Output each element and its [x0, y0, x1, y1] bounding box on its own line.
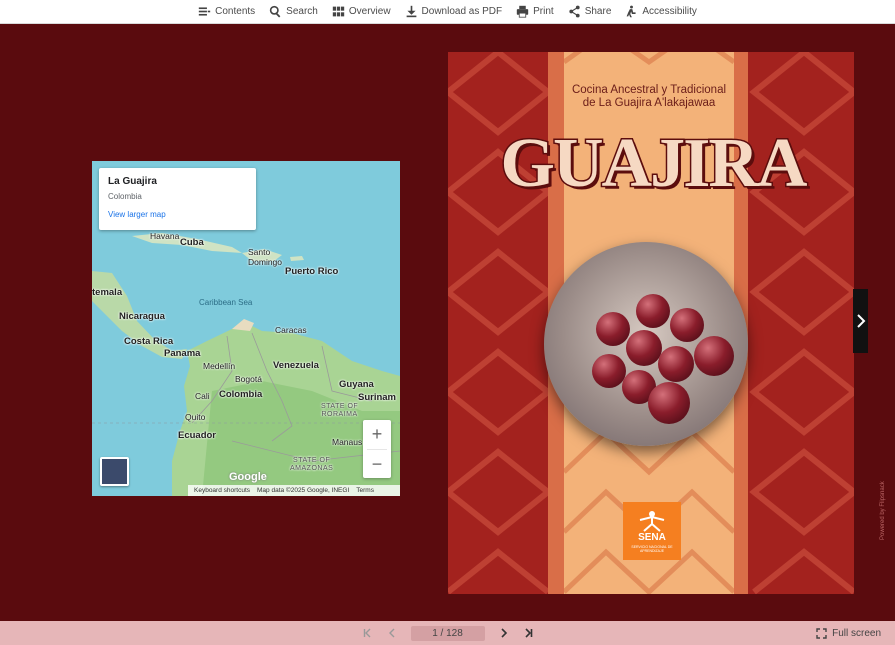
map-label-bogota: Bogotá [235, 374, 262, 384]
berry [596, 312, 630, 346]
search-label: Search [286, 6, 318, 17]
grid-icon [332, 6, 345, 17]
overview-button[interactable]: Overview [325, 0, 398, 24]
page-indicator[interactable]: 1 / 128 [410, 625, 485, 641]
view-larger-map-link[interactable]: View larger map [108, 210, 247, 219]
fullscreen-label: Full screen [832, 627, 881, 639]
fruit-bowl-image [544, 242, 748, 446]
map-label-panama: Panama [164, 348, 201, 359]
download-pdf-button[interactable]: Download as PDF [398, 0, 510, 24]
print-button[interactable]: Print [509, 0, 561, 24]
berry [636, 294, 670, 328]
next-page-button[interactable] [497, 626, 511, 640]
sena-logo-name: SENA [638, 531, 666, 543]
accessibility-button[interactable]: Accessibility [618, 0, 703, 24]
previous-page-button[interactable] [385, 626, 399, 640]
map-label-cuba: Cuba [180, 237, 204, 248]
last-page-button[interactable] [521, 626, 535, 640]
google-logo: Google [229, 471, 267, 483]
overview-label: Overview [348, 6, 391, 17]
map-label-santo-domingo: Santo Domingo [248, 247, 283, 267]
first-page-icon [363, 628, 370, 638]
terms-link[interactable]: Terms [356, 487, 374, 494]
berry [658, 346, 694, 382]
map-label-medellin: Medellín [203, 361, 236, 371]
map-label-caracas: Caracas [275, 325, 307, 335]
berry [626, 330, 662, 366]
berry [694, 336, 734, 376]
share-button[interactable]: Share [561, 0, 619, 24]
share-label: Share [584, 6, 612, 17]
map-label-state-amazonas: STATE OF AMAZONAS [290, 457, 334, 472]
map-label-puerto-rico: Puerto Rico [285, 266, 339, 277]
sena-figure-icon [639, 510, 665, 532]
list-icon [198, 7, 211, 16]
printer-icon [516, 5, 529, 18]
map-label-guatemala: temala [92, 287, 123, 298]
download-label: Download as PDF [421, 6, 503, 17]
accessibility-label: Accessibility [642, 6, 697, 17]
map-label-caribbean-sea: Caribbean Sea [199, 298, 253, 307]
cover-subtitle-line-2: de La Guajira A'lakajawaa [582, 97, 716, 109]
zoom-in-button[interactable]: + [363, 420, 391, 449]
place-info-card: La Guajira Colombia View larger map [99, 168, 256, 230]
map-data-text: Map data ©2025 Google, INEGI [257, 487, 350, 494]
berry [648, 382, 690, 424]
chevron-right-icon [500, 628, 507, 638]
next-page-arrow[interactable] [853, 289, 868, 353]
bottom-pager-bar: 1 / 128 Full screen [0, 621, 895, 645]
page-navigation: 1 / 128 [361, 625, 535, 641]
cover-subtitle: Cocina Ancestral y Tradicional de La Gua… [564, 84, 734, 110]
top-toolbar: Contents Search Overview Download as PDF… [0, 0, 895, 24]
place-subtitle: Colombia [108, 192, 142, 201]
map-label-quito: Quito [185, 412, 206, 422]
book-cover-page[interactable]: Cocina Ancestral y Tradicional de La Gua… [448, 52, 854, 594]
zoom-controls: + − [363, 420, 391, 478]
map-label-havana: Havana [150, 231, 180, 241]
first-page-button[interactable] [361, 626, 375, 640]
map-label-costa-rica: Costa Rica [124, 336, 174, 347]
chevron-left-icon [388, 628, 394, 638]
fullscreen-icon [816, 627, 827, 639]
last-page-icon [524, 628, 532, 638]
search-button[interactable]: Search [262, 0, 325, 24]
berry [592, 354, 626, 388]
search-icon [269, 5, 281, 18]
fullscreen-button[interactable]: Full screen [816, 621, 881, 645]
map-label-venezuela: Venezuela [273, 360, 319, 371]
embedded-map[interactable]: La Guajira Colombia View larger map Hava… [92, 161, 400, 496]
map-label-colombia: Colombia [219, 389, 263, 400]
cover-subtitle-line-1: Cocina Ancestral y Tradicional [571, 84, 727, 96]
keyboard-shortcuts-link[interactable]: Keyboard shortcuts [194, 487, 250, 494]
vertical-brand-text: Powered by Flipsnack [880, 481, 886, 540]
chevron-right-icon [856, 314, 865, 328]
print-label: Print [533, 6, 554, 17]
map-attribution: Keyboard shortcuts Map data ©2025 Google… [188, 485, 400, 496]
map-label-manaus: Manaus [332, 437, 363, 447]
zoom-out-button[interactable]: − [363, 450, 391, 479]
map-label-guyana: Guyana [339, 379, 374, 390]
share-icon [569, 5, 580, 18]
map-label-cali: Cali [195, 391, 210, 401]
contents-button[interactable]: Contents [191, 0, 262, 24]
map-label-suriname: Surinam [358, 392, 397, 403]
map-label-state-roraima: STATE OF RORAIMA [321, 403, 359, 418]
map-type-toggle[interactable] [100, 457, 129, 486]
berry [670, 308, 704, 342]
cover-title: GUAJIRA [499, 124, 809, 204]
map-label-ecuador: Ecuador [178, 430, 217, 441]
place-title: La Guajira [108, 176, 157, 187]
contents-label: Contents [215, 6, 256, 17]
accessibility-icon [627, 5, 636, 18]
sena-logo: SENA SERVICIO NACIONAL DE APRENDIZAJE [623, 502, 681, 560]
download-icon [406, 5, 416, 18]
sena-logo-fullname: SERVICIO NACIONAL DE APRENDIZAJE [631, 544, 673, 553]
map-label-nicaragua: Nicaragua [119, 311, 165, 322]
